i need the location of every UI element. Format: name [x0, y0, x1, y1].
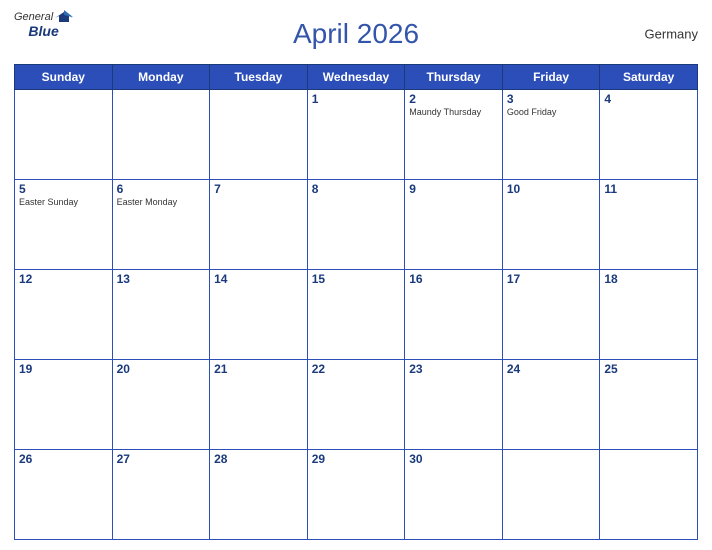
day-number: 19 — [19, 362, 108, 376]
day-cell: 19 — [15, 360, 113, 450]
week-row-3: 12 13 14 15 16 17 18 — [15, 270, 698, 360]
day-cell — [600, 450, 698, 540]
day-cell — [502, 450, 600, 540]
day-cell: 22 — [307, 360, 405, 450]
day-cell: 21 — [210, 360, 308, 450]
header-monday: Monday — [112, 65, 210, 90]
day-cell: 1 — [307, 90, 405, 180]
day-number: 24 — [507, 362, 596, 376]
day-cell: 23 — [405, 360, 503, 450]
day-number: 11 — [604, 182, 693, 196]
day-cell: 4 — [600, 90, 698, 180]
day-number: 12 — [19, 272, 108, 286]
day-number: 6 — [117, 182, 206, 196]
day-cell: 2Maundy Thursday — [405, 90, 503, 180]
day-event: Good Friday — [507, 107, 596, 117]
calendar-page: General Blue April 2026 Germany Sunday M… — [0, 0, 712, 550]
day-event: Easter Monday — [117, 197, 206, 207]
day-cell: 6Easter Monday — [112, 180, 210, 270]
day-number: 1 — [312, 92, 401, 106]
header-sunday: Sunday — [15, 65, 113, 90]
day-cell: 20 — [112, 360, 210, 450]
day-cell: 24 — [502, 360, 600, 450]
logo-bird-icon — [55, 10, 73, 24]
day-number: 21 — [214, 362, 303, 376]
day-number: 18 — [604, 272, 693, 286]
day-number: 26 — [19, 452, 108, 466]
day-number: 27 — [117, 452, 206, 466]
calendar-body: 12Maundy Thursday3Good Friday45Easter Su… — [15, 90, 698, 540]
day-number: 7 — [214, 182, 303, 196]
day-event: Maundy Thursday — [409, 107, 498, 117]
day-number: 23 — [409, 362, 498, 376]
day-number: 13 — [117, 272, 206, 286]
day-number: 3 — [507, 92, 596, 106]
country-label: Germany — [645, 27, 698, 42]
day-cell: 27 — [112, 450, 210, 540]
day-number: 28 — [214, 452, 303, 466]
day-cell: 10 — [502, 180, 600, 270]
day-cell: 12 — [15, 270, 113, 360]
day-cell: 15 — [307, 270, 405, 360]
day-cell: 5Easter Sunday — [15, 180, 113, 270]
day-number: 22 — [312, 362, 401, 376]
day-cell: 11 — [600, 180, 698, 270]
day-number: 8 — [312, 182, 401, 196]
header-saturday: Saturday — [600, 65, 698, 90]
day-number: 2 — [409, 92, 498, 106]
day-event: Easter Sunday — [19, 197, 108, 207]
day-cell: 25 — [600, 360, 698, 450]
day-cell: 18 — [600, 270, 698, 360]
day-number: 10 — [507, 182, 596, 196]
day-number: 17 — [507, 272, 596, 286]
day-number: 16 — [409, 272, 498, 286]
day-number: 15 — [312, 272, 401, 286]
logo-blue-text: Blue — [28, 24, 58, 38]
day-cell: 9 — [405, 180, 503, 270]
day-cell: 13 — [112, 270, 210, 360]
header-tuesday: Tuesday — [210, 65, 308, 90]
day-cell — [112, 90, 210, 180]
day-number: 9 — [409, 182, 498, 196]
week-row-1: 12Maundy Thursday3Good Friday4 — [15, 90, 698, 180]
header-thursday: Thursday — [405, 65, 503, 90]
day-cell — [15, 90, 113, 180]
day-number: 20 — [117, 362, 206, 376]
day-cell: 17 — [502, 270, 600, 360]
week-row-5: 26 27 28 29 30 — [15, 450, 698, 540]
day-cell: 8 — [307, 180, 405, 270]
day-number: 14 — [214, 272, 303, 286]
day-cell: 7 — [210, 180, 308, 270]
week-row-4: 19 20 21 22 23 24 25 — [15, 360, 698, 450]
header-wednesday: Wednesday — [307, 65, 405, 90]
day-cell: 29 — [307, 450, 405, 540]
header-friday: Friday — [502, 65, 600, 90]
calendar-table: Sunday Monday Tuesday Wednesday Thursday… — [14, 64, 698, 540]
logo: General Blue — [14, 10, 73, 38]
weekday-header-row: Sunday Monday Tuesday Wednesday Thursday… — [15, 65, 698, 90]
calendar-title: April 2026 — [293, 18, 419, 50]
day-cell: 30 — [405, 450, 503, 540]
day-cell — [210, 90, 308, 180]
day-number: 30 — [409, 452, 498, 466]
week-row-2: 5Easter Sunday6Easter Monday7891011 — [15, 180, 698, 270]
day-cell: 26 — [15, 450, 113, 540]
day-cell: 16 — [405, 270, 503, 360]
day-cell: 3Good Friday — [502, 90, 600, 180]
day-cell: 28 — [210, 450, 308, 540]
calendar-header: General Blue April 2026 Germany — [14, 10, 698, 58]
day-cell: 14 — [210, 270, 308, 360]
day-number: 29 — [312, 452, 401, 466]
day-number: 25 — [604, 362, 693, 376]
day-number: 5 — [19, 182, 108, 196]
logo-general-text: General — [14, 12, 53, 23]
day-number: 4 — [604, 92, 693, 106]
